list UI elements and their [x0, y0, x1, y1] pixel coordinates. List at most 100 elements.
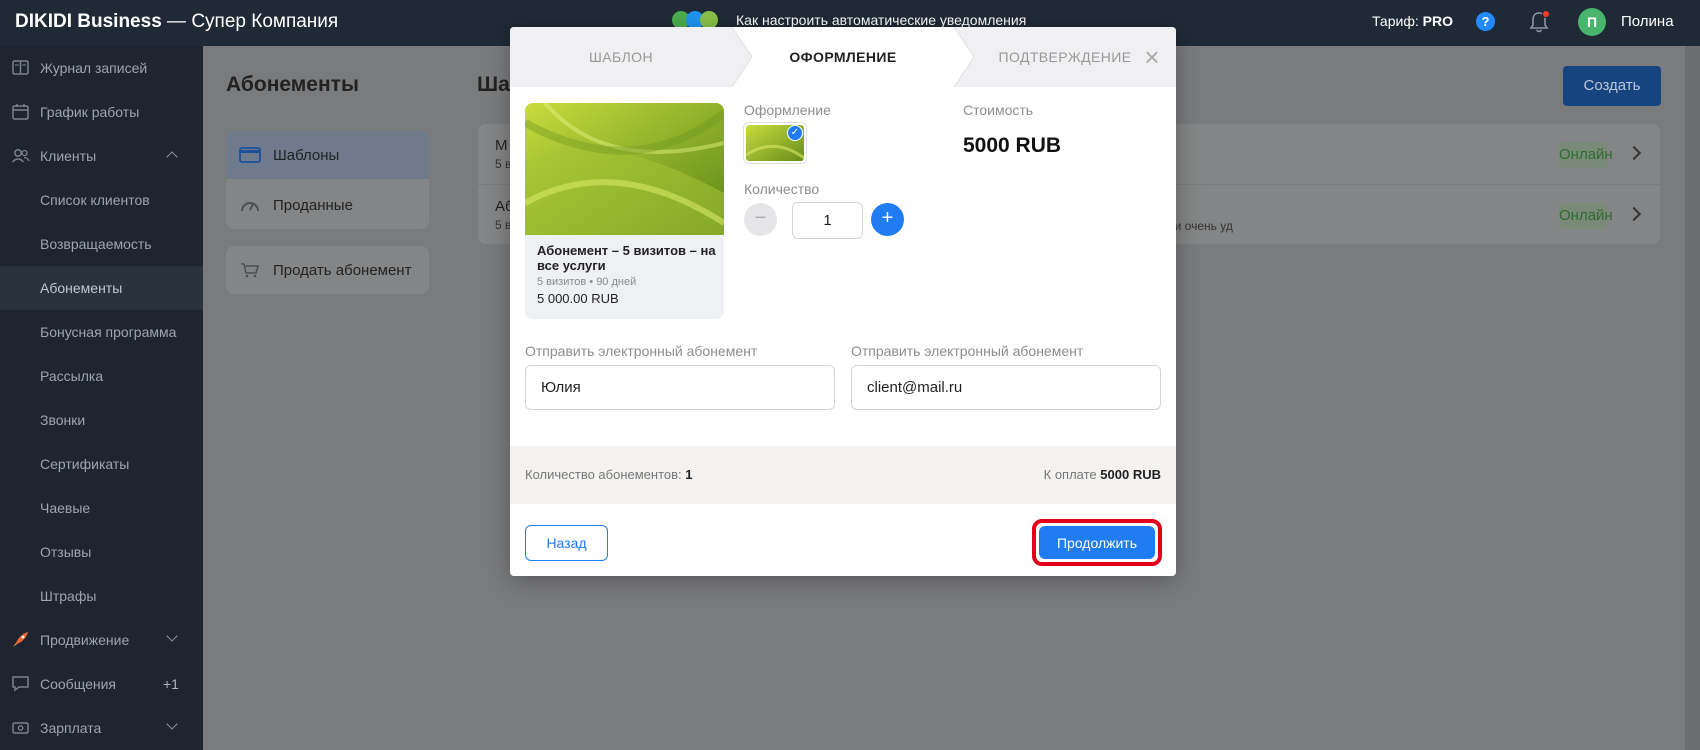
nav-item-sell[interactable]: Продать абонемент — [226, 246, 429, 294]
preview-meta: 5 визитов • 90 дней — [537, 276, 637, 288]
design-label: Оформление — [744, 102, 831, 118]
summary-total-value: 5000 RUB — [1100, 467, 1161, 482]
status-badge: Онлайн — [1559, 142, 1613, 168]
messages-badge: +1 — [163, 676, 179, 692]
price-value: 5000 RUB — [963, 134, 1062, 157]
order-summary: Количество абонементов: 1 К оплате 5000 … — [510, 446, 1176, 504]
subscriptions-nav: Шаблоны Проданные — [226, 131, 429, 229]
sidebar-item-messages[interactable]: Сообщения +1 — [0, 662, 203, 706]
nav-item-sold[interactable]: Проданные — [226, 181, 429, 229]
quantity-label: Количество — [744, 181, 820, 197]
nav-item-templates[interactable]: Шаблоны — [226, 131, 429, 179]
chat-icon — [11, 674, 30, 693]
journal-icon — [11, 58, 30, 77]
promo-text: Как настроить автоматические уведомления — [736, 12, 1027, 28]
sidebar-item-label: График работы — [40, 104, 140, 120]
sidebar-item-label: Отзывы — [40, 544, 92, 560]
preview-price: 5 000.00 RUB — [537, 291, 619, 306]
sidebar-item-label: Продвижение — [40, 632, 130, 648]
nav-item-label: Проданные — [273, 196, 353, 214]
list-item-name: М — [495, 137, 508, 154]
sidebar-item-client-list[interactable]: Список клиентов — [0, 178, 203, 222]
tariff-label[interactable]: Тариф: PRO — [1372, 13, 1453, 29]
notification-bell-icon[interactable] — [1528, 10, 1550, 34]
sidebar-item-label: Список клиентов — [40, 192, 150, 208]
quantity-increase-button[interactable]: + — [871, 203, 904, 236]
sidebar-item-label: Сообщения — [40, 676, 116, 692]
chevron-down-icon — [166, 718, 178, 730]
sidebar-item-clients[interactable]: Клиенты — [0, 134, 203, 178]
subscription-preview-card: Абонемент – 5 визитов – на все услуги 5 … — [525, 103, 724, 319]
sidebar-item-label: Журнал записей — [40, 60, 148, 76]
page-scrollbar[interactable] — [1685, 46, 1700, 750]
sidebar-item-label: Рассылка — [40, 368, 104, 384]
summary-count-value: 1 — [685, 467, 693, 482]
quantity-input[interactable] — [792, 202, 863, 239]
sidebar-item-calls[interactable]: Звонки — [0, 398, 203, 442]
sell-subscription-modal: ШАБЛОН ОФОРМЛЕНИЕ ПОДТВЕРЖДЕНИЕ × Абонем… — [510, 27, 1176, 576]
sidebar-item-label: Абонементы — [40, 280, 123, 296]
nav-item-label: Продать абонемент — [273, 261, 412, 279]
sidebar-item-label: Клиенты — [40, 148, 97, 164]
chevron-right-icon[interactable] — [1626, 206, 1642, 222]
sidebar-item-promotion[interactable]: Продвижение — [0, 618, 203, 662]
sidebar-item-label: Чаевые — [40, 500, 91, 516]
status-badge: Онлайн — [1559, 203, 1613, 229]
preview-image — [525, 103, 724, 235]
list-item-sub: 5 в — [495, 218, 512, 232]
recipient-email-input[interactable] — [851, 365, 1161, 410]
sidebar-item-subscriptions[interactable]: Абонементы — [0, 266, 203, 310]
back-button[interactable]: Назад — [525, 525, 608, 561]
section-title: Ша — [477, 73, 510, 96]
cart-icon — [239, 262, 261, 278]
wizard-steps: ШАБЛОН ОФОРМЛЕНИЕ ПОДТВЕРЖДЕНИЕ × — [510, 27, 1176, 87]
sidebar-item-schedule[interactable]: График работы — [0, 90, 203, 134]
sidebar-item-label: Возвращаемость — [40, 236, 152, 252]
chevron-right-icon[interactable] — [1626, 145, 1642, 161]
sidebar-item-salary[interactable]: Зарплата — [0, 706, 203, 750]
sidebar-item-label: Штрафы — [40, 588, 97, 604]
avatar[interactable]: П — [1578, 8, 1606, 36]
quantity-decrease-button[interactable]: − — [744, 203, 777, 236]
sidebar-item-journal[interactable]: Журнал записей — [0, 46, 203, 90]
sidebar-item-certificates[interactable]: Сертификаты — [0, 442, 203, 486]
nav-item-label: Шаблоны — [273, 146, 340, 164]
sidebar-item-reviews[interactable]: Отзывы — [0, 530, 203, 574]
create-button[interactable]: Создать — [1563, 66, 1661, 106]
sidebar-item-label: Зарплата — [40, 720, 102, 736]
check-icon: ✓ — [787, 125, 803, 141]
brand-logo-text: DIKIDI Business — [15, 11, 162, 32]
card-icon — [239, 147, 261, 163]
calendar-icon — [11, 102, 30, 121]
rocket-icon — [11, 630, 30, 649]
step-arrows — [731, 27, 975, 87]
summary-count-label: Количество абонементов: — [525, 467, 682, 482]
company-name: — Супер Компания — [167, 11, 339, 32]
sidebar-item-mailing[interactable]: Рассылка — [0, 354, 203, 398]
gauge-icon — [239, 197, 261, 213]
summary-total-label: К оплате — [1043, 467, 1097, 482]
brand[interactable]: DIKIDI Business — Супер Компания — [15, 11, 338, 33]
salary-icon — [11, 718, 30, 737]
user-name[interactable]: Полина — [1621, 13, 1674, 30]
help-icon[interactable]: ? — [1476, 12, 1495, 31]
sell-subscription-card[interactable]: Продать абонемент — [226, 246, 429, 294]
summary-count: Количество абонементов: 1 — [525, 467, 693, 482]
continue-button[interactable]: Продолжить — [1039, 526, 1155, 559]
tariff-value: PRO — [1422, 13, 1453, 29]
recipient-name-input[interactable] — [525, 365, 835, 410]
sidebar-item-retention[interactable]: Возвращаемость — [0, 222, 203, 266]
list-item-sub: 5 в — [495, 157, 512, 171]
send-email-label: Отправить электронный абонемент — [851, 343, 1084, 359]
preview-name: Абонемент – 5 визитов – на все услуги — [537, 243, 716, 273]
sidebar-item-tips[interactable]: Чаевые — [0, 486, 203, 530]
close-icon[interactable]: × — [1140, 44, 1164, 70]
sidebar-item-label: Бонусная программа — [40, 324, 177, 340]
sidebar-item-fines[interactable]: Штрафы — [0, 574, 203, 618]
price-label: Стоимость — [963, 102, 1034, 118]
send-name-label: Отправить электронный абонемент — [525, 343, 758, 359]
sidebar-item-bonus[interactable]: Бонусная программа — [0, 310, 203, 354]
clients-icon — [11, 146, 30, 165]
chevron-up-icon — [166, 151, 178, 163]
sidebar: Журнал записей График работы Клиенты Спи… — [0, 46, 203, 750]
